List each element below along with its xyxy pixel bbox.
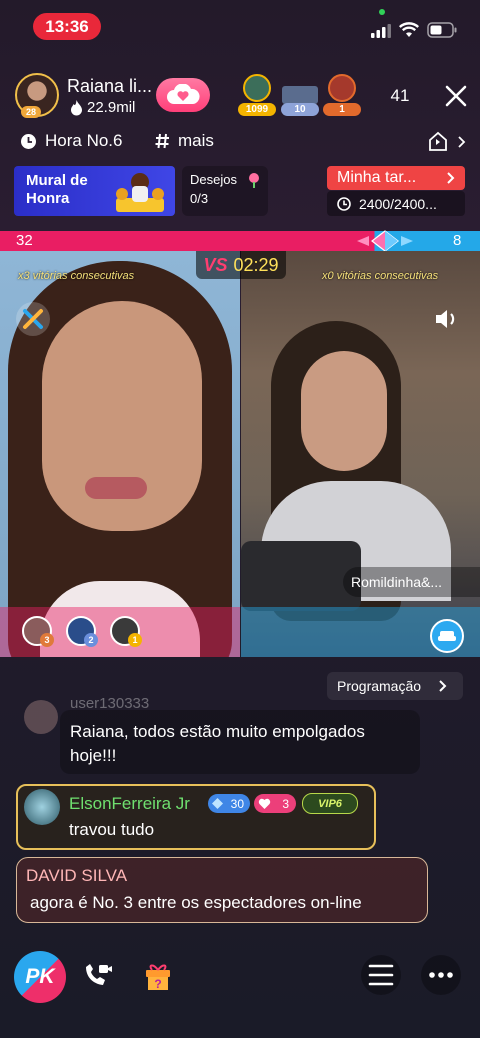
my-task-button[interactable]: Minha tar... (327, 166, 465, 190)
cellular-signal-icon (371, 24, 391, 38)
ellipsis-icon (429, 972, 453, 978)
flower-gift-icon (249, 173, 259, 188)
left-win-streak: x3 vitórias consecutivas (18, 270, 135, 282)
top-gifter-2[interactable]: 10 (280, 72, 320, 116)
pk-button[interactable]: PK (14, 951, 66, 1003)
pk-timer: VS 02:29 (196, 251, 286, 279)
chat-message-text: agora é No. 3 entre os espectadores on-l… (30, 893, 362, 912)
chevron-right-icon (439, 680, 447, 692)
multi-guest-call-button[interactable] (77, 955, 117, 995)
svg-text:?: ? (154, 977, 161, 991)
home-share-icon (429, 131, 466, 151)
more-tag-label: mais (178, 131, 214, 150)
heart-icon (258, 798, 271, 809)
fan-level-badge: 3 (254, 794, 296, 813)
supporter-avatar[interactable]: 3 (22, 616, 54, 647)
top-gifter-avatar (282, 86, 318, 104)
vip-badge: VIP6 (302, 793, 358, 814)
user-level-badge: 30 (208, 794, 250, 813)
fan-level-value: 3 (282, 796, 289, 811)
chat-username[interactable]: DAVID SILVA (26, 866, 127, 886)
program-label: Programação (337, 678, 422, 694)
chat-username[interactable]: ElsonFerreira Jr (69, 794, 190, 814)
pk-mode-button[interactable] (16, 302, 50, 336)
wishes-label: Desejos (190, 172, 237, 187)
share-room-button[interactable] (427, 131, 467, 153)
host-fans-count: 22.9mil (87, 99, 136, 116)
wifi-icon (399, 22, 419, 37)
phone-video-icon (86, 964, 112, 985)
close-icon[interactable] (443, 83, 469, 109)
task-progress-value: 2400/2400... (359, 195, 437, 212)
gift-box-icon: ? (146, 964, 170, 991)
user-level-value: 30 (230, 796, 244, 811)
clock-icon (21, 133, 36, 149)
honor-wall-banner[interactable]: Mural de Honra (14, 166, 175, 216)
speaker-icon (436, 310, 455, 328)
pk-swords-icon (23, 309, 43, 329)
follow-button[interactable] (156, 78, 210, 112)
chat-avatar[interactable] (24, 700, 58, 734)
guest-face (301, 351, 387, 471)
program-button[interactable]: Programação (327, 672, 463, 700)
menu-button[interactable] (361, 955, 401, 995)
host-name[interactable]: Raiana li... (67, 76, 152, 97)
supporter-avatar[interactable]: 1 (110, 616, 142, 647)
guest-audio-toggle[interactable] (428, 302, 462, 336)
guest-name-tag[interactable]: Romildinha&... (343, 567, 480, 597)
hourly-rank-label: Hora No.6 (45, 131, 123, 150)
chat-username-first: Elson (69, 794, 112, 813)
top-gifter-avatar (243, 74, 271, 102)
host-lips (85, 477, 147, 499)
supporter-rank: 2 (84, 633, 98, 647)
pk-timer-value: 02:29 (233, 254, 279, 275)
top-gifter-1[interactable]: 1099 (237, 72, 277, 116)
trophy-art-icon (116, 173, 164, 212)
chevron-right-icon (447, 172, 455, 184)
privacy-indicator-dot (379, 9, 385, 15)
cloud-heart-icon (167, 84, 200, 104)
top-gifter-3[interactable]: 1 (322, 72, 362, 116)
flame-icon (71, 99, 82, 115)
sofa-icon (438, 631, 456, 641)
gift-button[interactable]: ? (138, 955, 178, 995)
task-progress[interactable]: 2400/2400... (327, 191, 465, 216)
my-task-label: Minha tar... (337, 169, 417, 186)
top-gifter-avatar (328, 74, 356, 102)
battery-icon (427, 22, 457, 38)
chat-username-last: Ferreira Jr (111, 794, 190, 813)
honor-wall-title: Mural de Honra (26, 172, 88, 207)
supporter-rank: 3 (40, 633, 54, 647)
chat-message-text: travou tudo (69, 820, 155, 839)
pk-left-score: 32 (16, 232, 33, 249)
vs-label: VS (203, 254, 228, 275)
viewer-count[interactable]: 41 (382, 86, 418, 110)
seat-button[interactable] (430, 619, 464, 653)
host-fans: 22.9mil (70, 99, 135, 116)
more-tag[interactable]: mais (155, 131, 214, 151)
hashtag-icon (155, 133, 169, 149)
supporter-avatar[interactable]: 2 (66, 616, 98, 647)
diamond-icon (212, 798, 223, 809)
wishes-widget[interactable]: Desejos 0/3 (182, 166, 268, 216)
clock-icon (337, 196, 351, 211)
pk-right-score: 8 (453, 232, 462, 249)
status-time: 13:36 (33, 13, 101, 40)
right-win-streak: x0 vitórias consecutivas (322, 270, 439, 282)
host-level-value: 28 (26, 107, 37, 117)
more-options-button[interactable] (421, 955, 461, 995)
top-gifter-value: 1 (323, 103, 361, 116)
hamburger-icon (368, 964, 394, 986)
chat-message: Raiana, todos estão muito empolgados hoj… (60, 710, 420, 774)
top-gifter-value: 10 (281, 103, 319, 116)
host-level-badge: 28 (21, 106, 42, 118)
hourly-rank-tag[interactable]: Hora No.6 (20, 131, 122, 151)
chat-avatar[interactable] (24, 789, 60, 825)
supporter-rank: 1 (128, 633, 142, 647)
wishes-value: 0/3 (190, 191, 209, 206)
top-gifter-value: 1099 (238, 103, 276, 116)
